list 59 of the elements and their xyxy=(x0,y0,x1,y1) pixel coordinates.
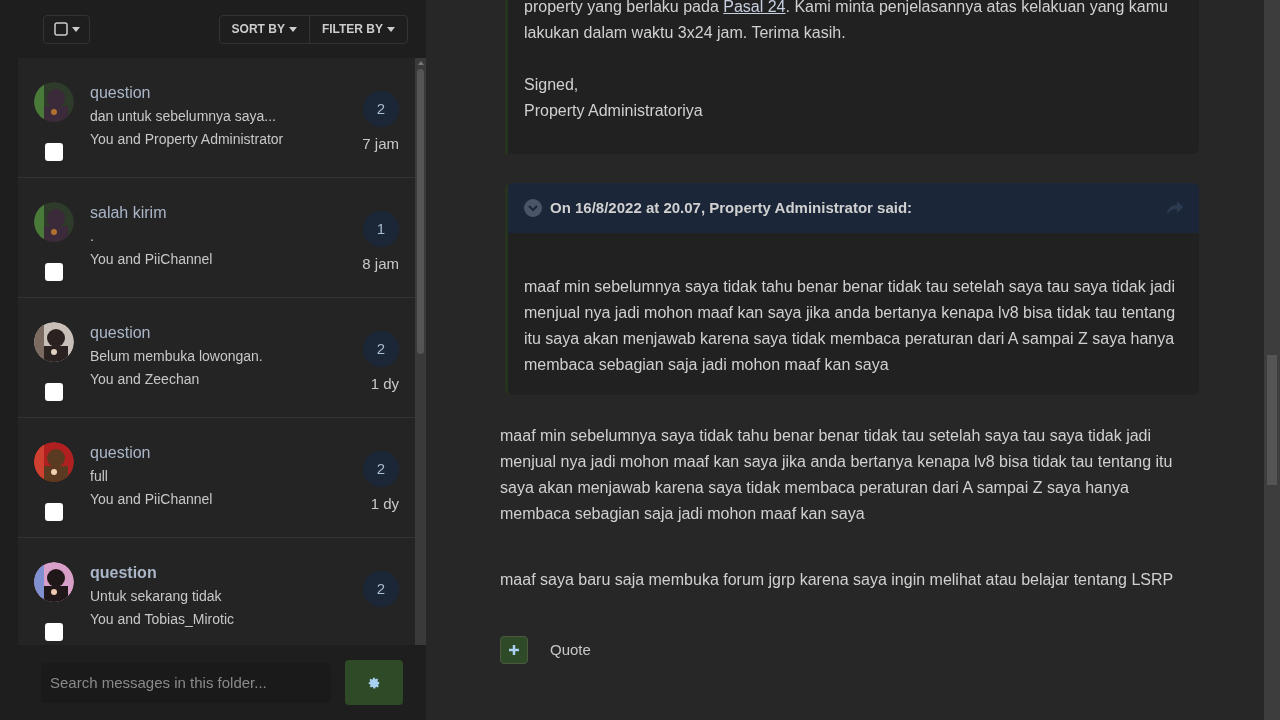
select-all-button[interactable] xyxy=(43,14,90,44)
settings-icon xyxy=(367,675,382,690)
scrollbar[interactable] xyxy=(415,58,426,645)
checkbox[interactable] xyxy=(45,263,63,281)
share-arrow-icon[interactable] xyxy=(1167,201,1183,215)
conversation-title[interactable]: question xyxy=(90,82,363,104)
signature-line: Signed, xyxy=(524,75,580,95)
reply-count: 2 xyxy=(363,571,399,607)
quote-attribution: On 16/8/2022 at 20.07, Property Administrator said: xyxy=(550,197,914,218)
reply-count: 1 xyxy=(363,211,399,247)
reply-count: 2 xyxy=(363,91,399,127)
timestamp: 1 dy xyxy=(370,494,399,514)
signature-line: Property Administratoriya xyxy=(524,101,704,121)
participants: You and Zeechan xyxy=(90,370,201,389)
conversation-title[interactable]: question xyxy=(90,562,363,584)
reply-count: 2 xyxy=(363,331,399,367)
settings-button[interactable] xyxy=(345,660,403,705)
add-button[interactable] xyxy=(500,636,528,664)
scroll-up-icon[interactable] xyxy=(417,61,424,65)
conversation-item[interactable]: question full You and PiiChannel 2 1 dy xyxy=(18,418,415,538)
caret-icon xyxy=(387,26,395,32)
filter-button[interactable]: FILTER BY xyxy=(309,15,407,43)
timestamp: 1 dy xyxy=(370,374,399,394)
link[interactable]: Pasal 24 xyxy=(723,0,786,15)
caret-icon xyxy=(71,26,80,32)
checkbox[interactable] xyxy=(45,623,63,641)
sort-button[interactable]: SORT BY xyxy=(219,15,310,43)
timestamp: 8 jam xyxy=(362,254,399,274)
plus-icon xyxy=(508,644,520,656)
quote-text: property yang berlaku pada Pasal 24. Kami minta penjelasannya atas kelakuan yang kamu lakukan dalam waktu 3x24 jam. Terima kasih. xyxy=(524,0,1169,43)
quote-button[interactable]: Quote xyxy=(550,638,591,662)
message-paragraph: maaf min sebelumnya saya tidak tahu benar benar tidak tau setelah saya tau saya tidak jadi menjual nya jadi mohon maaf kan saya jika anda bertanya kenapa lv8 bisa tidak tau tentang itu saya akan menjawab karena saya tidak membaca peraturan dari A sampai Z saya hanya membaca sebagian saja jadi mohon maaf kan saya xyxy=(500,426,1174,524)
participants: You and PiiChannel xyxy=(90,250,214,269)
message-snippet: Belum membuka lowongan. xyxy=(90,347,264,366)
conversation-item[interactable]: salah kirim . You and PiiChannel 1 8 jam xyxy=(18,178,415,298)
reply-count: 2 xyxy=(363,451,399,487)
chevron-icon[interactable] xyxy=(524,199,542,217)
checkbox[interactable] xyxy=(45,143,63,161)
conversation-title[interactable]: question xyxy=(90,442,363,464)
timestamp: 7 jam xyxy=(362,134,399,154)
conversation-item[interactable]: question dan untuk sebelumnya saya... You and Property Administrator 2 7 jam xyxy=(18,58,415,178)
message-snippet: full xyxy=(90,467,109,486)
message-paragraph: maaf saya baru saja membuka forum jgrp karena saya ingin melihat atau belajar tentang LSRP xyxy=(500,570,1175,590)
caret-icon xyxy=(288,26,297,32)
conversation-item[interactable]: question Belum membuka lowongan. You and Zeechan 2 1 dy xyxy=(18,298,415,418)
participants: You and Tobias_Mirotic xyxy=(90,610,235,629)
checkbox[interactable] xyxy=(45,503,63,521)
message-snippet: . xyxy=(90,227,95,246)
quote-text: maaf min sebelumnya saya tidak tahu benar benar tidak tau setelah saya tau saya tidak jadi menjual nya jadi mohon maaf kan saya jika anda bertanya kenapa lv8 bisa tidak tau tentang itu saya akan menjawab karena saya tidak membaca peraturan dari A sampai Z saya hanya membaca sebagian saja jadi mohon maaf kan saya xyxy=(523,277,1177,375)
message-snippet: Untuk sekarang tidak xyxy=(90,587,223,606)
participants: You and PiiChannel xyxy=(90,490,214,509)
participants: You and Property Administrator xyxy=(90,130,285,149)
checkbox[interactable] xyxy=(45,383,63,401)
checkbox-icon xyxy=(53,22,68,36)
conversation-title[interactable]: salah kirim xyxy=(90,202,363,224)
message-snippet: dan untuk sebelumnya saya... xyxy=(90,107,277,126)
search-field[interactable]: Search messages in this folder... xyxy=(41,662,332,703)
conversation-title[interactable]: question xyxy=(90,322,363,344)
page-scrollbar[interactable] xyxy=(1264,0,1280,720)
